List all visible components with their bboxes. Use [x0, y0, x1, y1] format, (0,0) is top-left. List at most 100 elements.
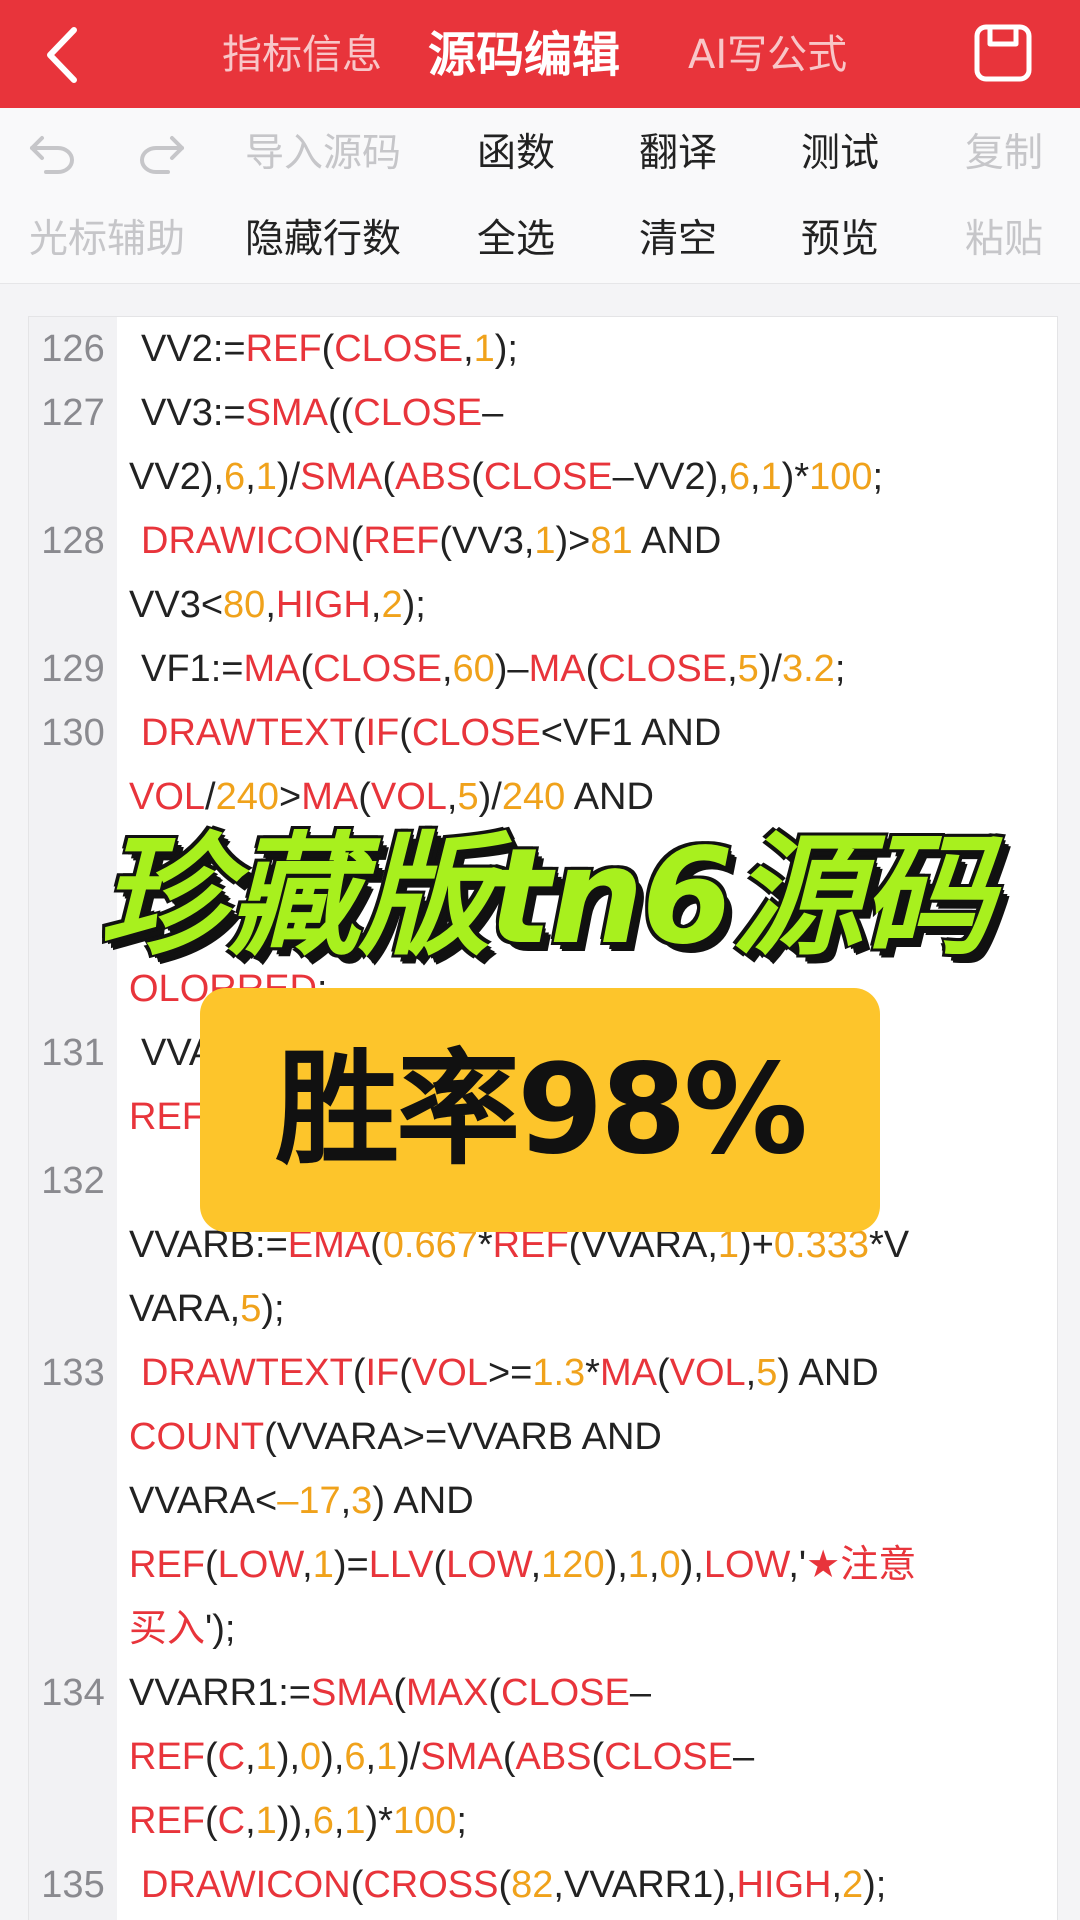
code-token: )– [494, 648, 529, 690]
code-line[interactable]: 130 DRAWTEXT(IF(CLOSE<VF1 AND [29, 701, 1057, 765]
code-text[interactable]: VV3<80,HIGH,2); [129, 573, 1049, 637]
code-line[interactable]: 133 DRAWTEXT(IF(VOL>=1.3*MA(VOL,5) AND [29, 1341, 1057, 1405]
code-token: )* [781, 456, 810, 498]
code-text[interactable]: REF(C,1)),6,1)*100; [129, 1789, 1049, 1853]
code-text[interactable]: DRAWTEXT(IF(VOL>=1.3*MA(VOL,5) AND [141, 1341, 1049, 1405]
code-line[interactable]: VV2),6,1)/SMA(ABS(CLOSE–VV2),6,1)*100; [29, 445, 1057, 509]
select-all-button[interactable]: 全选 [466, 210, 566, 270]
code-line[interactable]: 买入'); [29, 1597, 1057, 1661]
hide-line-numbers-button[interactable]: 隐藏行数 [238, 210, 408, 270]
code-line[interactable]: VARA,5); [29, 1277, 1057, 1341]
code-token: ( [205, 1800, 218, 1842]
code-text[interactable]: VARA,5); [129, 1277, 1049, 1341]
code-text[interactable]: VV2:=REF(CLOSE,1); [141, 317, 1049, 381]
code-token: , [340, 1480, 352, 1522]
tab-source-edit[interactable]: 源码编辑 [428, 22, 620, 88]
copy-button[interactable]: 复制 [954, 124, 1054, 184]
code-text[interactable]: 买入'); [129, 1597, 1049, 1661]
line-number: 135 [41, 1864, 105, 1906]
clear-button[interactable]: 清空 [628, 210, 728, 270]
code-token: ( [399, 712, 412, 754]
win-rate-text: 胜率98% [275, 1038, 808, 1182]
code-number: 2 [842, 1864, 864, 1906]
code-text[interactable]: VVARR1:=SMA(MAX(CLOSE– [129, 1661, 1049, 1725]
code-token: ; [456, 1800, 467, 1842]
promo-title: 珍藏版tn6源码 [98, 820, 994, 974]
test-button[interactable]: 测试 [790, 124, 890, 184]
paste-button[interactable]: 粘贴 [954, 210, 1054, 270]
code-token: , [302, 1544, 313, 1586]
code-text[interactable]: REF(LOW,1)=LLV(LOW,120),1,0),LOW,'★注意 [129, 1533, 1049, 1597]
cursor-assist-button[interactable]: 光标辅助 [18, 210, 196, 270]
code-text[interactable]: REF(C,1),0),6,1)/SMA(ABS(CLOSE– [129, 1725, 1049, 1789]
code-token: –VV2), [612, 456, 729, 498]
code-keyword: DRAWTEXT [141, 712, 353, 754]
tab-ai-formula[interactable]: AI写公式 [688, 22, 847, 88]
code-keyword: 买入 [129, 1608, 206, 1650]
translate-button[interactable]: 翻译 [628, 124, 728, 184]
code-token: , [648, 1544, 660, 1586]
line-number: 131 [41, 1032, 105, 1074]
line-number: 129 [41, 648, 105, 690]
code-token: , [370, 584, 382, 626]
code-line[interactable]: 127 VV3:=SMA((CLOSE– [29, 381, 1057, 445]
code-keyword: SMA [300, 456, 383, 498]
line-number: 126 [41, 328, 105, 370]
code-line[interactable]: COUNT(VVARA>=VVARB AND [29, 1405, 1057, 1469]
code-token: , [365, 1736, 377, 1778]
code-line[interactable]: 129 VF1:=MA(CLOSE,60)–MA(CLOSE,5)/3.2; [29, 637, 1057, 701]
code-token: – [733, 1736, 755, 1778]
code-text[interactable]: VVARA<–17,3) AND [129, 1469, 1049, 1533]
code-line[interactable]: REF(C,1)),6,1)*100; [29, 1789, 1057, 1853]
code-line[interactable]: 128 DRAWICON(REF(VV3,1)>81 AND [29, 509, 1057, 573]
code-number: 3.2 [781, 648, 835, 690]
code-number: 6 [224, 456, 246, 498]
code-token: , [333, 1800, 345, 1842]
code-token: ( [205, 1544, 218, 1586]
code-keyword: LLV [368, 1544, 434, 1586]
code-number: –17 [277, 1480, 341, 1522]
code-line[interactable]: REF(LOW,1)=LLV(LOW,120),1,0),LOW,'★注意 [29, 1533, 1057, 1597]
code-line[interactable]: VV3<80,HIGH,2); [29, 573, 1057, 637]
code-token: )/ [397, 1736, 421, 1778]
code-line[interactable]: REF(C,1),0),6,1)/SMA(ABS(CLOSE– [29, 1725, 1057, 1789]
code-token: ,' [788, 1544, 807, 1586]
code-text[interactable]: DRAWICON(REF(VV3,1)>81 AND [141, 509, 1049, 573]
code-line[interactable]: VVARA<–17,3) AND [29, 1469, 1057, 1533]
code-number: 1 [312, 1544, 334, 1586]
code-keyword: DRAWICON [141, 1864, 351, 1906]
code-number: 80 [223, 584, 266, 626]
undo-icon[interactable] [28, 130, 78, 174]
code-token: – [629, 1672, 651, 1714]
redo-icon[interactable] [136, 130, 186, 174]
chevron-left-icon[interactable] [30, 20, 100, 90]
code-number: 100 [392, 1800, 457, 1842]
line-number: 133 [41, 1352, 105, 1394]
code-token: , [245, 1800, 256, 1842]
code-keyword: CLOSE [334, 328, 464, 370]
code-token: ) AND [372, 1480, 474, 1522]
code-text[interactable]: COUNT(VVARA>=VVARB AND [129, 1405, 1049, 1469]
code-text[interactable]: VF1:=MA(CLOSE,60)–MA(CLOSE,5)/3.2; [141, 637, 1049, 701]
preview-button[interactable]: 预览 [790, 210, 890, 270]
functions-button[interactable]: 函数 [466, 124, 566, 184]
code-text[interactable]: VV3:=SMA((CLOSE– [141, 381, 1049, 445]
code-number: 6 [344, 1736, 366, 1778]
code-token: VV2), [129, 456, 225, 498]
code-text[interactable]: DRAWTEXT(IF(CLOSE<VF1 AND [141, 701, 1049, 765]
code-line[interactable]: 134 VVARR1:=SMA(MAX(CLOSE– [29, 1661, 1057, 1725]
code-line[interactable]: 135 DRAWICON(CROSS(82,VVARR1),HIGH,2); [29, 1853, 1057, 1917]
tab-indicator-info[interactable]: 指标信息 [222, 22, 382, 88]
code-number: 1 [534, 520, 556, 562]
code-keyword: CLOSE [598, 648, 728, 690]
code-number: 60 [452, 648, 495, 690]
code-token: VF1:= [141, 648, 244, 690]
code-text[interactable]: VV2),6,1)/SMA(ABS(CLOSE–VV2),6,1)*100; [129, 445, 1049, 509]
code-token: )), [276, 1800, 313, 1842]
floppy-disk-icon[interactable] [972, 22, 1034, 84]
code-text[interactable]: DRAWICON(CROSS(82,VVARR1),HIGH,2); [141, 1853, 1049, 1917]
import-source-button[interactable]: 导入源码 [238, 124, 408, 184]
code-keyword: ABS [395, 456, 472, 498]
code-line[interactable]: 126 VV2:=REF(CLOSE,1); [29, 317, 1057, 381]
code-number: 6 [312, 1800, 334, 1842]
